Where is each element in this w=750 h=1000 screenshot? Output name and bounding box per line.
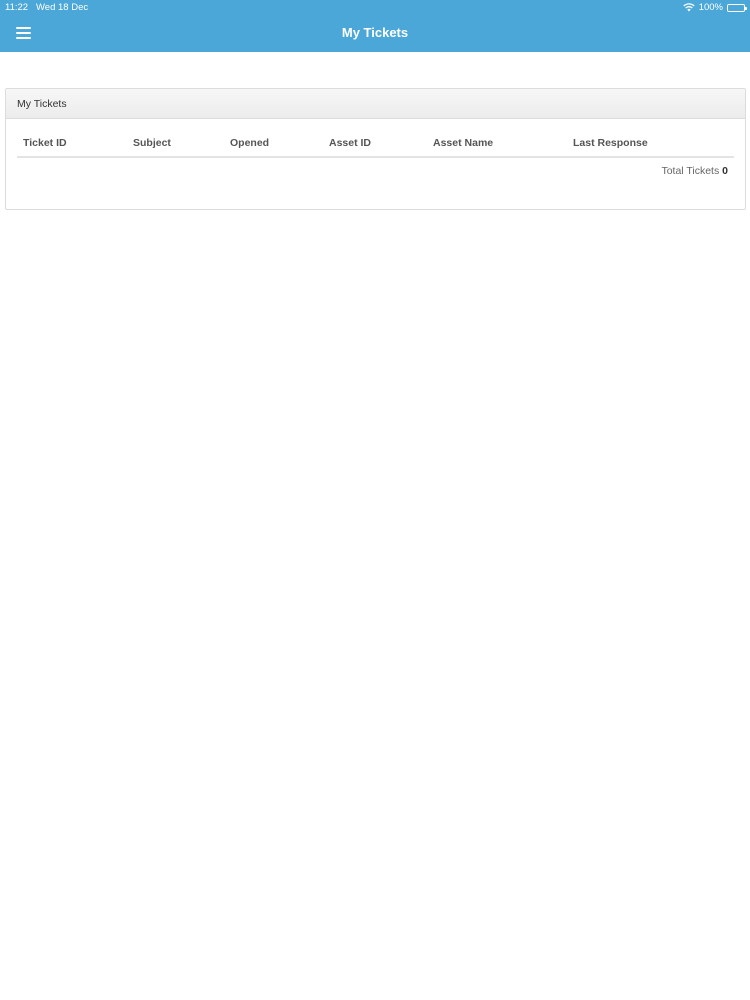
battery-percentage: 100% <box>698 2 723 13</box>
status-bar-indicators: 100% <box>683 2 747 13</box>
panel-header: My Tickets <box>6 89 745 119</box>
column-header-ticket-id[interactable]: Ticket ID <box>17 130 127 158</box>
app-header: 11:22 Wed 18 Dec 100% My Tickets <box>0 0 750 52</box>
battery-icon <box>727 3 747 12</box>
tickets-panel: My Tickets Ticket ID Subject Opened Asse… <box>5 88 746 210</box>
page-title: My Tickets <box>341 25 409 40</box>
total-tickets: Total Tickets 0 <box>661 165 728 177</box>
column-header-asset-id[interactable]: Asset ID <box>323 130 427 158</box>
status-date: Wed 18 Dec <box>36 2 89 13</box>
tickets-table: Ticket ID Subject Opened Asset ID Asset … <box>17 130 734 158</box>
column-header-asset-name[interactable]: Asset Name <box>427 130 567 158</box>
column-header-last-response[interactable]: Last Response <box>567 130 734 158</box>
column-header-opened[interactable]: Opened <box>224 130 323 158</box>
wifi-icon <box>683 3 695 12</box>
total-tickets-label: Total Tickets <box>661 165 720 177</box>
status-bar-datetime: 11:22 Wed 18 Dec <box>5 2 88 13</box>
table-header-row: Ticket ID Subject Opened Asset ID Asset … <box>17 130 734 158</box>
total-tickets-count: 0 <box>722 165 728 177</box>
status-time: 11:22 <box>5 2 29 13</box>
column-header-subject[interactable]: Subject <box>127 130 224 158</box>
